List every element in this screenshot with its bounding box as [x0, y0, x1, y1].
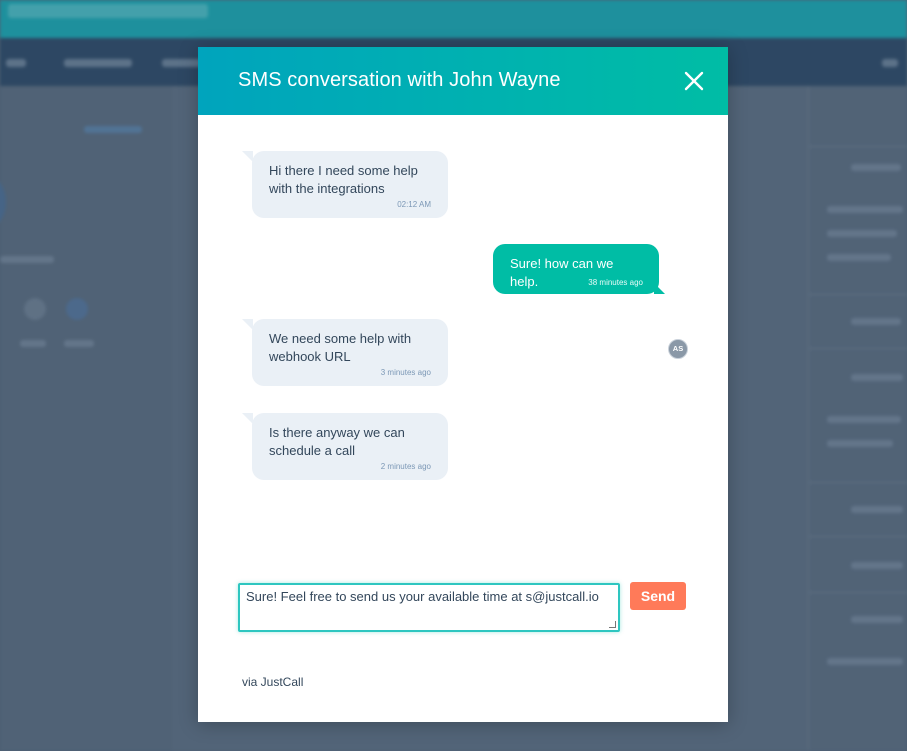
- message-time: 3 minutes ago: [380, 368, 431, 377]
- sms-conversation-modal: SMS conversation with John Wayne Hi ther…: [198, 47, 728, 722]
- via-justcall-label: via JustCall: [242, 675, 304, 689]
- message-input[interactable]: Sure! Feel free to send us your availabl…: [238, 583, 620, 632]
- bubble-tail: [654, 283, 665, 294]
- close-button[interactable]: [684, 71, 704, 91]
- message-bubble-incoming: Hi there I need some help with the integ…: [252, 151, 448, 218]
- message-text: Hi there I need some help with the integ…: [269, 163, 418, 196]
- resize-handle[interactable]: [609, 621, 616, 628]
- modal-header: SMS conversation with John Wayne: [198, 47, 728, 115]
- message-bubble-incoming: Is there anyway we can schedule a call 2…: [252, 413, 448, 480]
- message-time: 2 minutes ago: [380, 462, 431, 471]
- message-bubble-incoming: We need some help with webhook URL 3 min…: [252, 319, 448, 386]
- modal-title: SMS conversation with John Wayne: [238, 69, 561, 91]
- message-input-value: Sure! Feel free to send us your availabl…: [246, 589, 599, 604]
- message-bubble-outgoing: Sure! how can we help. 38 minutes ago: [493, 244, 659, 294]
- message-time: 38 minutes ago: [588, 278, 643, 287]
- close-icon: [684, 71, 704, 91]
- message-time: 02:12 AM: [397, 200, 431, 209]
- message-text: We need some help with webhook URL: [269, 331, 412, 364]
- send-button[interactable]: Send: [630, 582, 686, 610]
- avatar: AS: [668, 339, 688, 359]
- message-text: Is there anyway we can schedule a call: [269, 425, 405, 458]
- message-thread: Hi there I need some help with the integ…: [198, 115, 728, 565]
